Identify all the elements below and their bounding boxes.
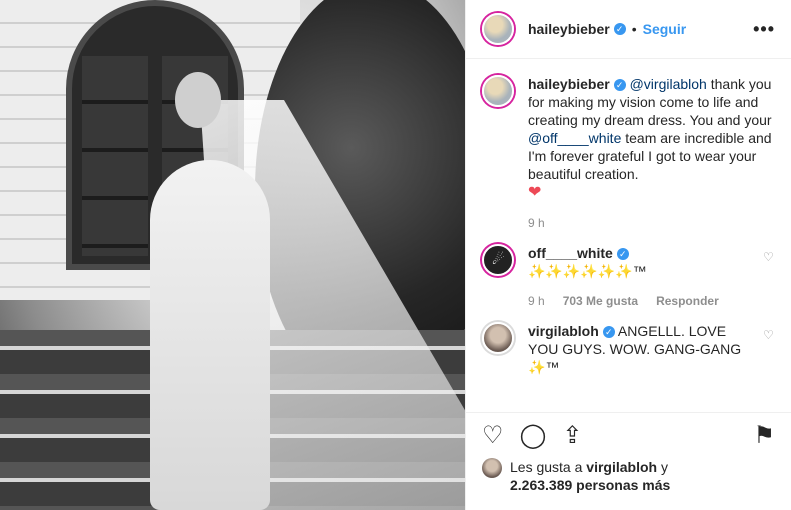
comment-body: virgilabloh ✓ ANGELLL. LOVE YOU GUYS. WOW… <box>528 322 755 376</box>
comment-username[interactable]: off____white <box>528 245 613 261</box>
caption-body: haileybieber ✓ @virgilabloh thank you for… <box>528 75 775 232</box>
comment-like-icon[interactable]: ♡ <box>763 250 775 264</box>
author-username[interactable]: haileybieber <box>528 21 610 37</box>
liker-username[interactable]: virgilabloh <box>586 459 657 475</box>
caption-avatar[interactable] <box>482 75 514 107</box>
liker-avatar[interactable] <box>482 458 502 478</box>
action-bar: ♡ ◯ ⇪ ⚑ <box>466 412 791 458</box>
photo-dress <box>150 160 270 510</box>
comment-avatar[interactable] <box>482 322 514 354</box>
follow-button[interactable]: Seguir <box>643 21 687 37</box>
comment-text: ✨✨✨✨✨✨™ <box>528 263 647 279</box>
verified-icon: ✓ <box>602 326 615 339</box>
likes-text: Les gusta a virgilabloh y 2.263.389 pers… <box>510 458 670 494</box>
reply-button[interactable]: Responder <box>656 292 719 310</box>
post-photo[interactable] <box>0 0 465 510</box>
verified-icon: ✓ <box>613 79 626 92</box>
verified-icon: ✓ <box>616 248 629 261</box>
likes-prefix: Les gusta a <box>510 459 587 475</box>
caption-meta: 9 h <box>528 214 775 232</box>
post-header: haileybieber ✓ • Seguir ••• <box>466 0 791 59</box>
comment-username[interactable]: virgilabloh <box>528 323 599 339</box>
comment-like-icon[interactable]: ♡ <box>763 328 775 342</box>
comment-meta: 9 h 703 Me gusta Responder <box>528 292 755 310</box>
author-avatar[interactable] <box>482 13 514 45</box>
comment-time[interactable]: 9 h <box>528 292 545 310</box>
likes-middle: y <box>657 459 668 475</box>
comment-likes[interactable]: 703 Me gusta <box>563 292 638 310</box>
likes-count[interactable]: 2.263.389 personas más <box>510 477 670 493</box>
share-icon[interactable]: ⇪ <box>562 423 582 448</box>
heart-icon[interactable]: ♡ <box>482 423 504 448</box>
caption-username[interactable]: haileybieber <box>528 76 610 92</box>
comment-body: off____white ✓ ✨✨✨✨✨✨™ 9 h 703 Me gusta R… <box>528 244 755 310</box>
mention-link[interactable]: @virgilabloh <box>630 76 707 92</box>
post-panel: haileybieber ✓ • Seguir ••• haileybieber… <box>465 0 791 510</box>
bookmark-icon[interactable]: ⚑ <box>753 423 775 448</box>
mention-link[interactable]: @off____white <box>528 130 621 146</box>
comment-avatar[interactable] <box>482 244 514 276</box>
red-heart-emoji: ❤ <box>528 184 542 201</box>
comment-item: virgilabloh ✓ ANGELLL. LOVE YOU GUYS. WOW… <box>482 322 775 376</box>
instagram-post: haileybieber ✓ • Seguir ••• haileybieber… <box>0 0 791 510</box>
comments-list[interactable]: haileybieber ✓ @virgilabloh thank you for… <box>466 59 791 412</box>
caption: haileybieber ✓ @virgilabloh thank you for… <box>482 75 775 232</box>
photo-head <box>175 72 221 128</box>
separator-dot: • <box>631 21 637 37</box>
caption-time[interactable]: 9 h <box>528 214 545 232</box>
verified-icon: ✓ <box>613 23 626 35</box>
more-options-icon[interactable]: ••• <box>753 19 775 40</box>
comment-item: off____white✓ ✨✨✨✨✨✨™ 9 h 703 Me gusta R… <box>482 244 775 310</box>
comment-icon[interactable]: ◯ <box>520 423 547 448</box>
likes-summary: Les gusta a virgilabloh y 2.263.389 pers… <box>466 458 791 510</box>
